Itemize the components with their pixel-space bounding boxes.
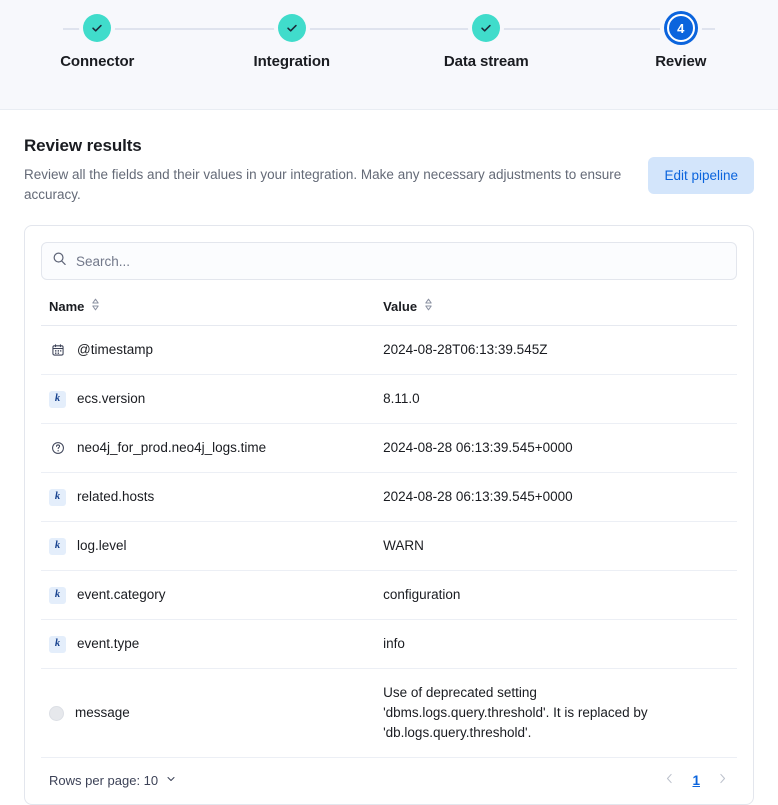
table-footer: Rows per page: 10 1 (41, 758, 737, 804)
sort-updown-icon[interactable] (90, 298, 101, 314)
column-header-value-label: Value (383, 299, 417, 314)
column-header-name-label: Name (49, 299, 84, 314)
table-row: k ecs.version 8.11.0 (41, 375, 737, 424)
question-mark-icon (49, 440, 66, 457)
keyword-k-icon: k (49, 391, 66, 408)
search-icon (52, 251, 67, 271)
chevron-right-icon (716, 772, 729, 788)
field-name: event.type (77, 634, 139, 654)
check-icon (285, 21, 299, 35)
pagination-page-1[interactable]: 1 (690, 773, 702, 788)
field-name-cell: k event.category (41, 571, 375, 620)
check-icon (479, 21, 493, 35)
field-name-cell: k related.hosts (41, 473, 375, 522)
fields-table-body: @timestamp 2024-08-28T06:13:39.545Z k ec… (41, 326, 737, 758)
field-name: ecs.version (77, 389, 145, 409)
wizard-stepper: Connector Integration Data strea (0, 0, 778, 109)
field-name: event.category (77, 585, 166, 605)
field-value-cell: 2024-08-28T06:13:39.545Z (375, 326, 737, 375)
keyword-k-icon: k (49, 636, 66, 653)
search-input[interactable] (76, 254, 726, 269)
page-header-text: Review results Review all the fields and… (24, 136, 624, 205)
table-row: neo4j_for_prod.neo4j_logs.time 2024-08-2… (41, 424, 737, 473)
field-name: @timestamp (77, 340, 153, 360)
edit-pipeline-button[interactable]: Edit pipeline (648, 157, 754, 194)
field-name: neo4j_for_prod.neo4j_logs.time (77, 438, 266, 458)
pagination-prev-button[interactable] (663, 772, 676, 788)
step-data-stream[interactable]: Data stream (389, 0, 584, 109)
table-row: k related.hosts 2024-08-28 06:13:39.545+… (41, 473, 737, 522)
page-title: Review results (24, 136, 624, 156)
calendar-icon (49, 342, 66, 359)
table-row: k event.type info (41, 620, 737, 669)
field-value-cell: 2024-08-28 06:13:39.545+0000 (375, 424, 737, 473)
search-wrapper (41, 242, 737, 280)
field-name-cell: neo4j_for_prod.neo4j_logs.time (41, 424, 375, 473)
step-connector[interactable]: Connector (0, 0, 195, 109)
field-name-cell: message (41, 669, 375, 758)
field-value-cell: info (375, 620, 737, 669)
field-value-cell: Use of deprecated setting 'dbms.logs.que… (375, 669, 737, 758)
chevron-left-icon (663, 772, 676, 788)
table-row: @timestamp 2024-08-28T06:13:39.545Z (41, 326, 737, 375)
field-name: log.level (77, 536, 127, 556)
table-row: message Use of deprecated setting 'dbms.… (41, 669, 737, 758)
fields-table: Name Value (41, 298, 737, 758)
table-row: k log.level WARN (41, 522, 737, 571)
step-connector-label: Connector (60, 53, 134, 70)
step-integration[interactable]: Integration (195, 0, 390, 109)
field-name: related.hosts (77, 487, 154, 507)
rows-per-page-label: Rows per page: 10 (49, 773, 158, 788)
field-value-cell: WARN (375, 522, 737, 571)
step-connector-circle (83, 14, 111, 42)
step-review-number: 4 (677, 22, 684, 35)
review-results-card: Name Value (24, 225, 754, 805)
table-header-row: Name Value (41, 298, 737, 326)
field-name-cell: @timestamp (41, 326, 375, 375)
rows-per-page-selector[interactable]: Rows per page: 10 (49, 773, 177, 788)
column-header-name[interactable]: Name (41, 298, 375, 326)
step-review[interactable]: 4 Review (584, 0, 778, 109)
step-review-circle: 4 (667, 14, 695, 42)
field-value-cell: configuration (375, 571, 737, 620)
text-blob-icon (49, 706, 64, 721)
table-row: k event.category configuration (41, 571, 737, 620)
chevron-down-icon (165, 773, 177, 788)
sort-updown-icon[interactable] (423, 298, 434, 314)
review-page: Review results Review all the fields and… (0, 110, 778, 805)
field-name-cell: k ecs.version (41, 375, 375, 424)
keyword-k-icon: k (49, 489, 66, 506)
field-value-cell: 2024-08-28 06:13:39.545+0000 (375, 473, 737, 522)
check-icon (90, 21, 104, 35)
field-name: message (75, 703, 130, 723)
fields-table-head: Name Value (41, 298, 737, 326)
step-data-stream-circle (472, 14, 500, 42)
column-header-value[interactable]: Value (375, 298, 737, 326)
pagination-next-button[interactable] (716, 772, 729, 788)
step-integration-label: Integration (254, 53, 330, 70)
page-header: Review results Review all the fields and… (24, 136, 754, 205)
keyword-k-icon: k (49, 538, 66, 555)
search-box[interactable] (41, 242, 737, 280)
wizard-stepper-band: Connector Integration Data strea (0, 0, 778, 110)
field-name-cell: k event.type (41, 620, 375, 669)
field-value-cell: 8.11.0 (375, 375, 737, 424)
step-integration-circle (278, 14, 306, 42)
field-name-cell: k log.level (41, 522, 375, 571)
step-review-label: Review (655, 53, 706, 70)
pagination: 1 (663, 772, 729, 788)
keyword-k-icon: k (49, 587, 66, 604)
step-data-stream-label: Data stream (444, 53, 529, 70)
page-description: Review all the fields and their values i… (24, 165, 624, 205)
